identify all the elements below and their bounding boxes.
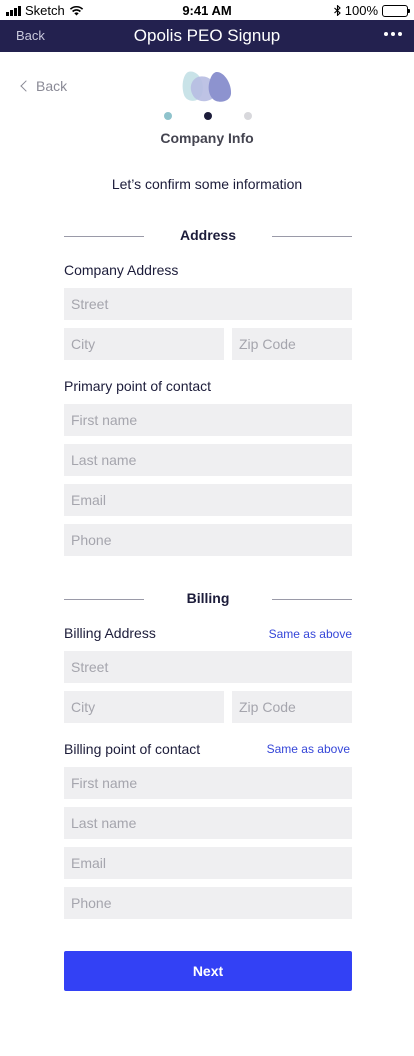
nav-bar: Back Opolis PEO Signup: [0, 20, 414, 52]
billing-last-name-input[interactable]: [64, 807, 352, 839]
company-address-label: Company Address: [64, 262, 179, 278]
company-zip-input[interactable]: [232, 328, 352, 360]
primary-contact-label: Primary point of contact: [64, 378, 212, 394]
address-heading: Address: [179, 227, 237, 243]
more-icon[interactable]: [382, 26, 404, 42]
company-city-input[interactable]: [64, 328, 224, 360]
billing-heading: Billing: [186, 590, 230, 606]
nav-title: Opolis PEO Signup: [133, 26, 281, 45]
back-label: Back: [36, 78, 68, 94]
billing-address-label: Billing Address: [64, 625, 156, 641]
billing-street-input[interactable]: [64, 651, 352, 683]
billing-contact-same-link[interactable]: Same as above: [267, 742, 350, 756]
divider-line: [272, 236, 352, 237]
primary-phone-input[interactable]: [64, 524, 352, 556]
back-button[interactable]: Back: [20, 78, 68, 94]
opolis-logo: [182, 71, 232, 102]
billing-phone-input[interactable]: [64, 887, 352, 919]
battery-icon: [382, 4, 410, 17]
billing-email-input[interactable]: [64, 847, 352, 879]
status-bar: Sketch 9:41 AM 100%: [0, 0, 414, 20]
intro-text: Let’s confirm some information: [111, 176, 303, 192]
billing-city-input[interactable]: [64, 691, 224, 723]
bluetooth-icon: [333, 5, 341, 16]
primary-last-name-input[interactable]: [64, 444, 352, 476]
status-right: 100%: [333, 3, 410, 18]
billing-contact-label: Billing point of contact: [64, 741, 201, 757]
billing-zip-input[interactable]: [232, 691, 352, 723]
step-dot-1: [164, 112, 172, 120]
primary-first-name-input[interactable]: [64, 404, 352, 436]
billing-first-name-input[interactable]: [64, 767, 352, 799]
primary-email-input[interactable]: [64, 484, 352, 516]
step-indicator: [164, 112, 252, 120]
step-dot-2: [204, 112, 212, 120]
billing-section-header: Billing: [64, 590, 352, 610]
divider-line: [272, 599, 352, 600]
address-section-header: Address: [64, 227, 352, 247]
next-button[interactable]: Next: [64, 951, 352, 991]
step-title: Company Info: [160, 130, 254, 146]
step-dot-3: [244, 112, 252, 120]
billing-address-same-link[interactable]: Same as above: [269, 627, 352, 641]
company-street-input[interactable]: [64, 288, 352, 320]
battery-percent: 100%: [344, 3, 378, 18]
chevron-left-icon: [20, 80, 32, 92]
